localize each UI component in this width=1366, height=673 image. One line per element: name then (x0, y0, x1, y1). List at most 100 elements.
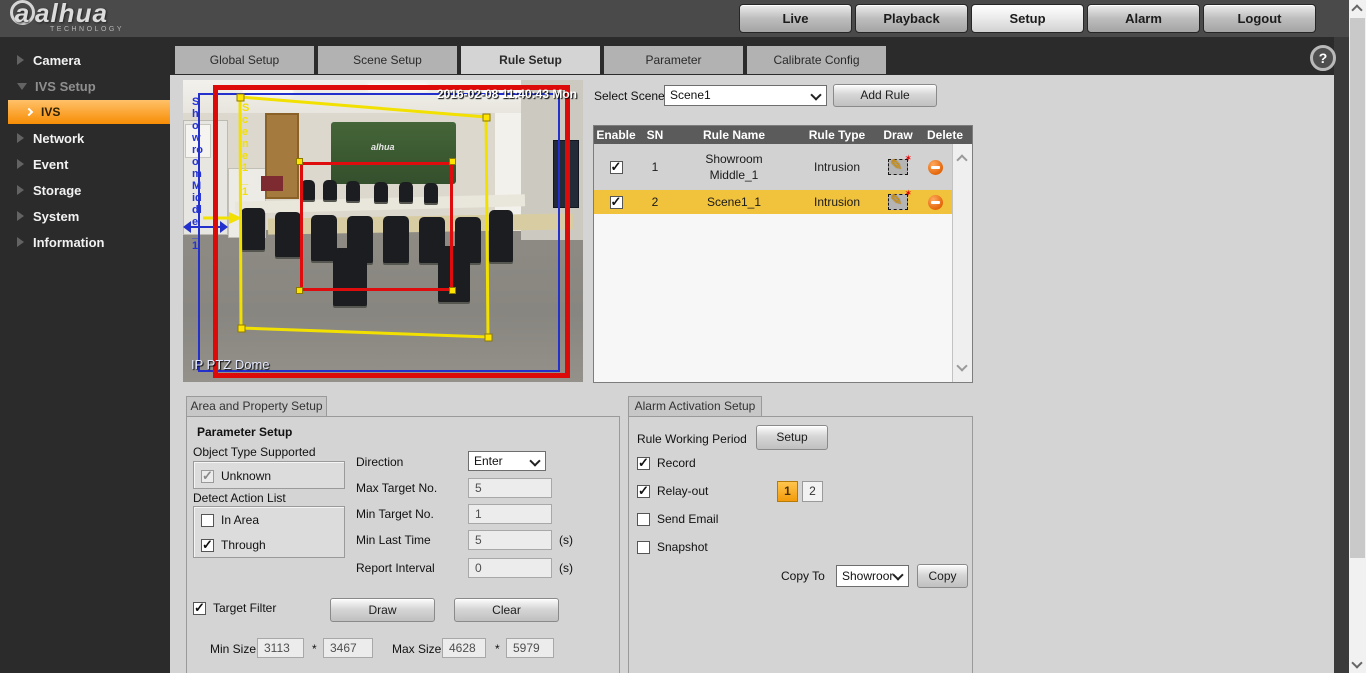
delete-rule-icon[interactable] (928, 195, 943, 210)
object-type-label: Object Type Supported (193, 445, 316, 459)
collapsed-arrow-icon (17, 133, 24, 143)
nav-button-live[interactable]: Live (739, 4, 852, 33)
relay-channel-1-button[interactable]: 1 (777, 481, 798, 502)
tab-parameter[interactable]: Parameter (604, 46, 743, 74)
copy-to-select[interactable]: Showroor (836, 565, 909, 587)
record-label: Record (657, 456, 696, 470)
max-target-input[interactable]: 5 (468, 478, 552, 498)
brand-logo-text: aalhua (10, 0, 124, 29)
sidebar-item-system[interactable]: System (0, 203, 170, 229)
rule-table-body: 1 Showroom Middle_1 Intrusion ✎✶ 2 Scene… (594, 144, 952, 214)
rule-label-yellow: Scene1_1 (242, 102, 254, 198)
direction-select[interactable]: Enter (468, 451, 546, 471)
nav-button-logout[interactable]: Logout (1203, 4, 1316, 33)
sidebar-item-label: IVS (41, 105, 60, 119)
through-checkbox[interactable] (201, 539, 214, 552)
table-row[interactable]: 2 Scene1_1 Intrusion ✎✶ (594, 190, 952, 214)
area-property-panel: Parameter Setup Object Type Supported Un… (186, 416, 620, 673)
content-area: alhua (170, 75, 1334, 673)
video-preview[interactable]: alhua (183, 80, 583, 382)
min-size-height-input[interactable]: 3467 (323, 638, 373, 658)
rule-label-blue: Showroom Middle_1 (192, 96, 204, 252)
draw-button[interactable]: Draw (330, 598, 435, 622)
pencil-icon: ✎ (890, 156, 903, 174)
delete-rule-icon[interactable] (928, 160, 943, 175)
rule-table-header: Enable SN Rule Name Rule Type Draw Delet… (594, 126, 972, 144)
target-filter-checkbox[interactable] (193, 602, 206, 615)
detect-action-label: Detect Action List (193, 491, 286, 505)
tab-rule-setup[interactable]: Rule Setup (461, 46, 600, 74)
send-email-checkbox[interactable] (637, 513, 650, 526)
direction-label: Direction (356, 455, 403, 469)
table-scrollbar[interactable] (952, 144, 972, 382)
draw-rule-icon[interactable]: ✎✶ (888, 159, 908, 175)
send-email-label: Send Email (657, 512, 718, 526)
page-scrollbar[interactable] (1349, 0, 1366, 673)
tab-calibrate-config[interactable]: Calibrate Config (747, 46, 886, 74)
rule-name: Scene1_1 (672, 195, 796, 209)
sidebar-item-ivs-setup[interactable]: IVS Setup (0, 73, 170, 99)
sidebar-item-storage[interactable]: Storage (0, 177, 170, 203)
corner-handle[interactable] (296, 287, 303, 294)
collapsed-arrow-icon (17, 55, 24, 65)
draw-rule-icon[interactable]: ✎✶ (888, 194, 908, 210)
scroll-up-icon[interactable] (956, 154, 967, 165)
max-size-width-input[interactable]: 4628 (442, 638, 486, 658)
nav-button-setup[interactable]: Setup (971, 4, 1084, 33)
relay-out-checkbox[interactable] (637, 485, 650, 498)
snapshot-checkbox[interactable] (637, 541, 650, 554)
tab-global-setup[interactable]: Global Setup (175, 46, 314, 74)
clear-button[interactable]: Clear (454, 598, 559, 622)
target-filter-label: Target Filter (213, 601, 276, 615)
min-target-input[interactable]: 1 (468, 504, 552, 524)
setup-tabs: Global Setup Scene Setup Rule Setup Para… (175, 46, 886, 74)
min-last-time-input[interactable]: 5 (468, 530, 552, 550)
direction-arrowhead-blue (183, 221, 191, 233)
max-size-height-input[interactable]: 5979 (506, 638, 554, 658)
scroll-up-icon[interactable] (1351, 4, 1362, 15)
copy-button[interactable]: Copy (917, 564, 968, 588)
setup-button[interactable]: Setup (756, 425, 828, 450)
corner-handle[interactable] (449, 287, 456, 294)
sidebar-item-network[interactable]: Network (0, 125, 170, 151)
min-last-time-unit: (s) (559, 533, 573, 547)
sidebar-item-camera[interactable]: Camera (0, 47, 170, 73)
add-rule-button[interactable]: Add Rule (833, 84, 937, 107)
table-row[interactable]: 1 Showroom Middle_1 Intrusion ✎✶ (594, 144, 952, 190)
in-area-label: In Area (221, 513, 259, 527)
column-header-rule-type: Rule Type (796, 126, 878, 144)
in-area-checkbox[interactable] (201, 514, 214, 527)
tab-scene-setup[interactable]: Scene Setup (318, 46, 457, 74)
relay-channel-2-button[interactable]: 2 (802, 481, 823, 502)
corner-handle[interactable] (449, 158, 456, 165)
scroll-down-icon[interactable] (956, 360, 967, 371)
snapshot-label: Snapshot (657, 540, 708, 554)
brand-name: alhua (35, 0, 108, 28)
report-interval-label: Report Interval (356, 561, 435, 575)
report-interval-unit: (s) (559, 561, 573, 575)
brand-sub-text: TECHNOLOGY (50, 26, 124, 33)
max-target-label: Max Target No. (356, 481, 437, 495)
help-icon[interactable]: ? (1310, 45, 1336, 71)
nav-button-alarm[interactable]: Alarm (1087, 4, 1200, 33)
enable-rule-checkbox[interactable] (610, 196, 623, 209)
scene-select[interactable]: Scene1 (664, 85, 827, 106)
enable-rule-checkbox[interactable] (610, 161, 623, 174)
unknown-checkbox[interactable] (201, 470, 214, 483)
sidebar-item-ivs[interactable]: IVS (8, 100, 170, 124)
sidebar-item-information[interactable]: Information (0, 229, 170, 255)
rule-sn: 2 (638, 195, 672, 209)
sidebar-item-label: Event (33, 157, 68, 172)
min-size-width-input[interactable]: 3113 (257, 638, 304, 658)
sidebar-item-label: Camera (33, 53, 81, 68)
scrollbar-thumb[interactable] (1350, 18, 1365, 558)
report-interval-input[interactable]: 0 (468, 558, 552, 578)
scroll-down-icon[interactable] (1351, 657, 1362, 668)
collapsed-arrow-icon (17, 211, 24, 221)
column-header-enable: Enable (594, 126, 638, 144)
record-checkbox[interactable] (637, 457, 650, 470)
selected-rule-region-inner[interactable] (300, 162, 453, 291)
corner-handle[interactable] (296, 158, 303, 165)
nav-button-playback[interactable]: Playback (855, 4, 968, 33)
sidebar-item-event[interactable]: Event (0, 151, 170, 177)
